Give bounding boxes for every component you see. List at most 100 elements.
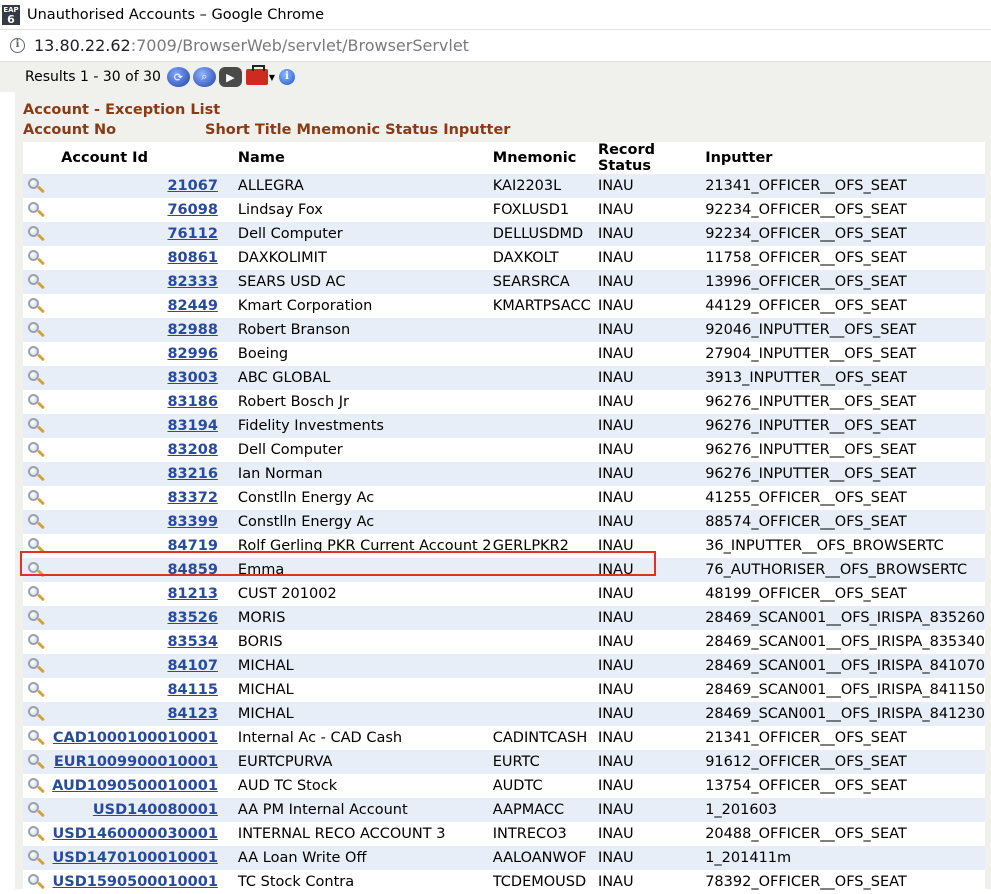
- site-info-icon[interactable]: i: [10, 38, 25, 53]
- magnifier-icon[interactable]: [27, 369, 45, 387]
- magnifier-icon[interactable]: [27, 681, 45, 699]
- column-header-name[interactable]: Name: [229, 142, 493, 174]
- table-row: USD1460000030001 INTERNAL RECO ACCOUNT 3I…: [23, 822, 985, 846]
- account-id-link[interactable]: AUD1090500010001: [52, 778, 218, 794]
- account-id-link[interactable]: 82449: [167, 298, 217, 314]
- magnifier-icon[interactable]: [27, 489, 45, 507]
- magnifier-icon[interactable]: [27, 345, 45, 363]
- account-id-link[interactable]: 83186: [167, 394, 217, 410]
- account-id-cell: 84859: [52, 558, 230, 582]
- refresh-icon[interactable]: ⟳: [166, 67, 190, 87]
- magnifier-icon[interactable]: [27, 225, 45, 243]
- search-icon[interactable]: ⌕: [192, 67, 216, 87]
- magnifier-icon[interactable]: [27, 417, 45, 435]
- magnifier-icon[interactable]: [27, 825, 45, 843]
- name-cell: AA PM Internal Account: [229, 798, 493, 822]
- magnifier-icon[interactable]: [27, 177, 45, 195]
- account-id-link[interactable]: 84115: [167, 682, 217, 698]
- name-cell: EURTCPURVA: [229, 750, 493, 774]
- magnifier-icon[interactable]: [27, 873, 45, 891]
- magnifier-icon[interactable]: [27, 753, 45, 771]
- account-id-link[interactable]: 83208: [167, 442, 217, 458]
- account-id-link[interactable]: USD1470100010001: [53, 850, 218, 866]
- record-status-cell: INAU: [597, 726, 706, 750]
- mnemonic-cell: SEARSRCA: [492, 270, 598, 294]
- magnifier-icon[interactable]: [27, 657, 45, 675]
- table-row: 84859 Emma INAU 76_AUTHORISER__OFS_BROWSERT…: [23, 558, 985, 582]
- account-id-link[interactable]: 76098: [167, 202, 217, 218]
- account-id-link[interactable]: 83534: [167, 634, 217, 650]
- magnifier-icon[interactable]: [27, 465, 45, 483]
- table-row: CAD1000100010001 Internal Ac - CAD Cash CA…: [23, 726, 985, 750]
- account-id-link[interactable]: 80861: [167, 250, 217, 266]
- account-id-link[interactable]: USD1460000030001: [53, 826, 218, 842]
- record-status-cell: INAU: [597, 750, 706, 774]
- account-id-cell: 80861: [52, 246, 230, 270]
- row-view-cell: [23, 726, 53, 750]
- column-header-inputter[interactable]: Inputter: [705, 142, 985, 174]
- account-id-link[interactable]: EUR1009900010001: [54, 754, 218, 770]
- window-titlebar: EAP 6 Unauthorised Accounts – Google Chr…: [0, 0, 991, 29]
- toolbox-icon[interactable]: [245, 65, 268, 85]
- magnifier-icon[interactable]: [27, 393, 45, 411]
- magnifier-icon[interactable]: [27, 729, 45, 747]
- magnifier-icon[interactable]: [27, 297, 45, 315]
- magnifier-icon[interactable]: [27, 441, 45, 459]
- account-id-link[interactable]: 84719: [167, 538, 217, 554]
- account-id-link[interactable]: CAD1000100010001: [53, 730, 218, 746]
- inputter-cell: 76_AUTHORISER__OFS_BROWSERTC: [705, 558, 985, 582]
- mnemonic-cell: KMARTPSACC: [492, 294, 598, 318]
- account-id-link[interactable]: 84123: [167, 706, 217, 722]
- account-id-link[interactable]: 83216: [167, 466, 217, 482]
- play-icon[interactable]: ▶: [218, 67, 242, 87]
- account-id-link[interactable]: 21067: [167, 178, 217, 194]
- table-row: 83003 ABC GLOBAL INAU 3913_INPUTTER__OFS_SE…: [23, 366, 985, 390]
- inputter-cell: 21341_OFFICER__OFS_SEAT: [705, 726, 985, 750]
- account-id-link[interactable]: 83003: [167, 370, 217, 386]
- account-id-link[interactable]: 83526: [167, 610, 217, 626]
- magnifier-icon[interactable]: [27, 513, 45, 531]
- account-id-cell: USD1470100010001: [52, 846, 230, 870]
- account-id-link[interactable]: 83194: [167, 418, 217, 434]
- magnifier-icon[interactable]: [27, 633, 45, 651]
- account-id-link[interactable]: 76112: [167, 226, 217, 242]
- account-id-link[interactable]: 84107: [167, 658, 217, 674]
- magnifier-icon[interactable]: [27, 273, 45, 291]
- account-id-link[interactable]: USD1590500010001: [53, 874, 218, 890]
- magnifier-icon[interactable]: [27, 609, 45, 627]
- account-id-link[interactable]: 82996: [167, 346, 217, 362]
- row-view-cell: [23, 366, 53, 390]
- account-id-link[interactable]: 82333: [167, 274, 217, 290]
- info-icon[interactable]: i: [279, 69, 296, 85]
- magnifier-icon[interactable]: [27, 201, 45, 219]
- magnifier-icon[interactable]: [27, 801, 45, 819]
- table-row: 83216 Ian Norman INAU 96276_INPUTTER__OFS_S…: [23, 462, 985, 486]
- magnifier-icon[interactable]: [27, 777, 45, 795]
- magnifier-icon[interactable]: [27, 537, 45, 555]
- account-id-link[interactable]: 83399: [167, 514, 217, 530]
- magnifier-icon[interactable]: [27, 705, 45, 723]
- account-id-cell: 82333: [52, 270, 230, 294]
- magnifier-icon[interactable]: [27, 849, 45, 867]
- chevron-down-icon[interactable]: ▼: [269, 73, 275, 82]
- magnifier-icon[interactable]: [27, 585, 45, 603]
- account-id-link[interactable]: 81213: [167, 586, 217, 602]
- account-id-link[interactable]: USD140080001: [93, 802, 218, 818]
- table-row: 84115 MICHAL INAU 28469_SCAN001__OFS_IRISPA…: [23, 678, 985, 702]
- account-id-link[interactable]: 84859: [167, 562, 217, 578]
- column-header-mnemonic[interactable]: Mnemonic: [492, 142, 598, 174]
- magnifier-icon[interactable]: [27, 249, 45, 267]
- address-bar[interactable]: i 13.80.22.62:7009/BrowserWeb/servlet/Br…: [0, 29, 991, 62]
- url-field[interactable]: 13.80.22.62:7009/BrowserWeb/servlet/Brow…: [34, 36, 469, 55]
- mnemonic-cell: [492, 654, 598, 678]
- account-id-link[interactable]: 82988: [167, 322, 217, 338]
- inputter-cell: 36_INPUTTER__OFS_BROWSERTC: [705, 534, 985, 558]
- magnifier-icon[interactable]: [27, 561, 45, 579]
- magnifier-icon[interactable]: [27, 321, 45, 339]
- record-status-cell: INAU: [597, 198, 706, 222]
- account-id-cell: 83534: [52, 630, 230, 654]
- column-header-account-id[interactable]: Account Id: [52, 142, 230, 174]
- account-id-cell: 83399: [52, 510, 230, 534]
- account-id-link[interactable]: 83372: [167, 490, 217, 506]
- column-header-record-status[interactable]: Record Status: [597, 142, 706, 174]
